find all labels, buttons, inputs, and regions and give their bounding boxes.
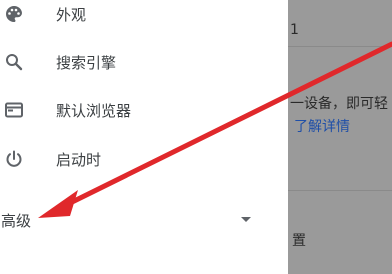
caret-down-icon [241, 217, 251, 222]
power-icon [3, 148, 25, 170]
content-top-number: 1 [290, 22, 299, 38]
content-device-text: 一设备，即可轻 [290, 96, 388, 112]
sidebar-item-on-startup[interactable]: 启动时 [0, 139, 288, 179]
sidebar-item-appearance[interactable]: 外观 [0, 0, 288, 34]
content-bottom-text: 置 [292, 233, 306, 249]
advanced-section-toggle[interactable]: 高级 [0, 200, 288, 240]
advanced-label: 高级 [1, 212, 32, 230]
settings-content-scrim: 1 一设备，即可轻 了解详情 置 [288, 0, 392, 274]
sidebar-item-label: 外观 [56, 5, 87, 24]
learn-more-link[interactable]: 了解详情 [294, 116, 350, 136]
sidebar-item-default-browser[interactable]: 默认浏览器 [0, 90, 288, 130]
content-divider [288, 46, 392, 47]
sidebar-item-label: 启动时 [56, 150, 102, 169]
settings-sidebar: 外观 搜索引擎 默认浏览器 启动时 高级 [0, 0, 288, 274]
browser-window-icon [3, 99, 25, 121]
search-icon [3, 51, 25, 73]
sidebar-item-search-engine[interactable]: 搜索引擎 [0, 42, 288, 82]
settings-window: 外观 搜索引擎 默认浏览器 启动时 高级 1 一设备，即可轻 了解详情 置 [0, 0, 392, 274]
palette-icon [3, 3, 25, 25]
sidebar-item-label: 默认浏览器 [56, 101, 132, 120]
content-divider [288, 190, 392, 191]
sidebar-item-label: 搜索引擎 [56, 53, 117, 72]
